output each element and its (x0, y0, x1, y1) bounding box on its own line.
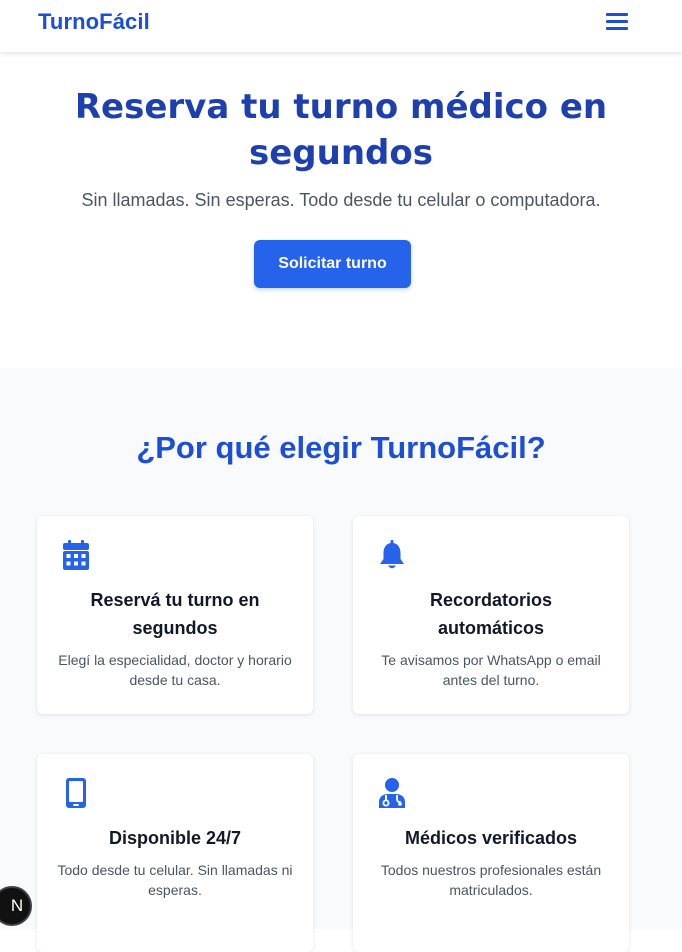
features-title: ¿Por qué elegir TurnoFácil? (136, 430, 546, 465)
features-section: ¿Por qué elegir TurnoFácil? Reservá tu t… (0, 368, 682, 952)
site-header: TurnoFácil (0, 0, 682, 52)
menu-bar (606, 27, 628, 30)
dev-badge-letter: N (10, 896, 24, 915)
feature-card-doctors: Médicos verificados Todos nuestros profe… (353, 754, 629, 952)
menu-bar (606, 20, 628, 23)
doctor-icon (379, 778, 405, 808)
feature-card-reminders: Recordatorios automáticos Te avisamos po… (353, 516, 629, 714)
feature-card-text: Todo desde tu celular. Sin llamadas ni e… (57, 862, 293, 898)
mobile-phone-icon (66, 778, 86, 808)
hero-subtitle: Sin llamadas. Sin esperas. Todo desde tu… (81, 190, 601, 210)
feature-card-text: Elegí la especialidad, doctor y horario … (58, 652, 292, 688)
feature-card-text: Todos nuestros profesionales están matri… (380, 862, 602, 898)
calendar-icon (63, 540, 89, 570)
feature-card-text: Te avisamos por WhatsApp o email antes d… (381, 652, 601, 688)
feature-card-available: Disponible 24/7 Todo desde tu celular. S… (37, 754, 313, 952)
menu-bar (606, 13, 628, 16)
hero-section: Reserva tu turno médico en segundos Sin … (0, 52, 682, 368)
feature-card-title: Médicos verificados (404, 828, 578, 848)
feature-card-title: Recordatorios automáticos (429, 590, 553, 638)
hamburger-menu-icon[interactable] (604, 10, 630, 34)
request-appointment-button[interactable]: Solicitar turno (254, 240, 411, 288)
feature-card-title: Disponible 24/7 (108, 828, 242, 848)
bell-icon (380, 540, 404, 569)
feature-card-book: Reservá tu turno en segundos Elegí la es… (37, 516, 313, 714)
hero-title: Reserva tu turno médico en segundos (74, 87, 608, 173)
logo[interactable]: TurnoFácil (38, 9, 150, 35)
feature-card-title: Reservá tu turno en segundos (90, 590, 260, 638)
